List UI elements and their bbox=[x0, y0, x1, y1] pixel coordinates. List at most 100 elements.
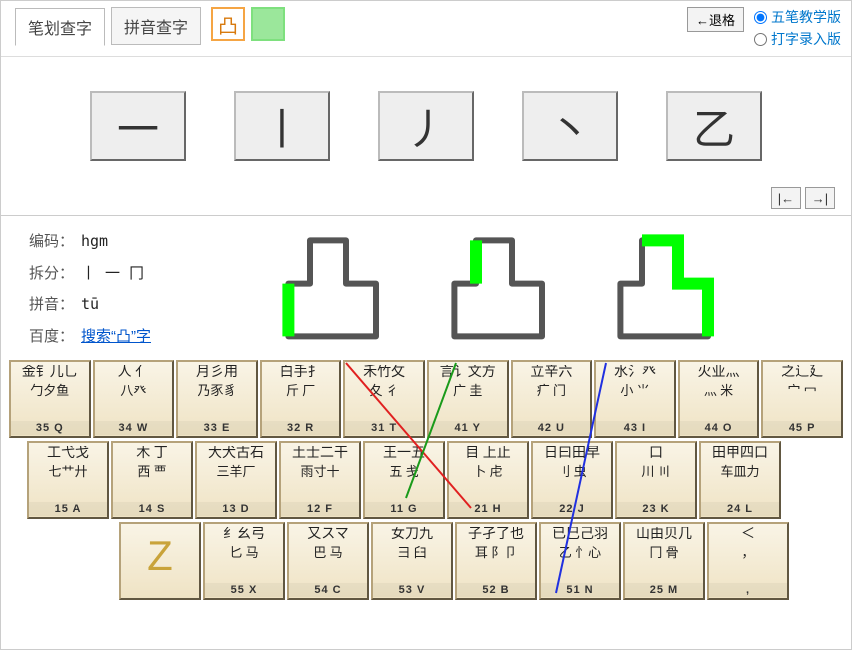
key-radicals: 土士二干雨寸十 bbox=[284, 446, 356, 505]
key-41Y[interactable]: 言讠文方广 圭41 Y bbox=[427, 360, 509, 438]
mode-teaching-label: 五笔教学版 bbox=[771, 7, 841, 27]
key-42U[interactable]: 立辛六疒 门42 U bbox=[511, 360, 593, 438]
key-33E[interactable]: 月彡用乃豕豸33 E bbox=[176, 360, 258, 438]
key-radicals: 子孑了也耳 阝卩 bbox=[460, 527, 532, 586]
key-,[interactable]: ＜，, bbox=[707, 522, 789, 600]
info-baidu-row: 百度： 搜索“凸”字 bbox=[29, 321, 239, 353]
key-11G[interactable]: 王一五五 戋11 G bbox=[363, 441, 445, 519]
key-14S[interactable]: 木 丁西 覀14 S bbox=[111, 441, 193, 519]
key-radicals: 言讠文方广 圭 bbox=[432, 365, 504, 424]
key-radicals: 工弋戈七艹廾 bbox=[32, 446, 104, 505]
stroke-shu[interactable]: 丨 bbox=[234, 91, 330, 161]
key-radicals: 已巳己羽乙 忄心 bbox=[544, 527, 616, 586]
key-radicals: 人 亻八癶 bbox=[98, 365, 170, 424]
key-13D[interactable]: 大犬古石三羊厂13 D bbox=[195, 441, 277, 519]
key-label: 15 A bbox=[29, 502, 107, 516]
stroke-dian[interactable]: 丶 bbox=[522, 91, 618, 161]
backspace-button[interactable]: ←退格 bbox=[687, 7, 744, 32]
wubi-keyboard: 金钅儿乚勹夕鱼35 Q人 亻八癶34 W月彡用乃豕豸33 E白手扌斤 厂32 R… bbox=[1, 358, 851, 611]
split-label: 拆分： bbox=[29, 258, 77, 290]
stroke-pie[interactable]: 丿 bbox=[378, 91, 474, 161]
key-label: 35 Q bbox=[11, 421, 89, 435]
key-Z[interactable]: Z bbox=[119, 522, 201, 600]
key-radicals: 禾竹攵夂 彳 bbox=[348, 365, 420, 424]
nav-row: |← →| bbox=[1, 187, 851, 216]
key-22J[interactable]: 日曰田早刂 虫22 J bbox=[531, 441, 613, 519]
key-radicals: 田甲四口车皿力 bbox=[704, 446, 776, 505]
key-55X[interactable]: 纟幺弓匕 马55 X bbox=[203, 522, 285, 600]
key-54C[interactable]: 又スマ巴 马54 C bbox=[287, 522, 369, 600]
key-radicals: 之辶廴宀 冖 bbox=[766, 365, 838, 424]
nav-prev-button[interactable]: |← bbox=[771, 187, 801, 209]
key-53V[interactable]: 女刀九彐 臼53 V bbox=[371, 522, 453, 600]
code-value: hgm bbox=[81, 226, 108, 258]
key-label: 11 G bbox=[365, 502, 443, 516]
nav-next-button[interactable]: →| bbox=[805, 187, 835, 209]
key-43I[interactable]: 水氵癶小 ⺌43 I bbox=[594, 360, 676, 438]
key-radicals: 王一五五 戋 bbox=[368, 446, 440, 505]
key-label: 25 M bbox=[625, 583, 703, 597]
baidu-label: 百度： bbox=[29, 321, 77, 353]
key-45P[interactable]: 之辶廴宀 冖45 P bbox=[761, 360, 843, 438]
glyph-part-1 bbox=[269, 226, 399, 346]
key-radicals: 山由贝几冂 骨 bbox=[628, 527, 700, 586]
key-radicals: 木 丁西 覀 bbox=[116, 446, 188, 505]
stroke-heng[interactable]: 一 bbox=[90, 91, 186, 161]
baidu-search-link[interactable]: 搜索“凸”字 bbox=[81, 321, 151, 353]
key-34W[interactable]: 人 亻八癶34 W bbox=[93, 360, 175, 438]
key-35Q[interactable]: 金钅儿乚勹夕鱼35 Q bbox=[9, 360, 91, 438]
key-label: 34 W bbox=[95, 421, 173, 435]
key-label: 22 J bbox=[533, 502, 611, 516]
key-radicals: 金钅儿乚勹夕鱼 bbox=[14, 365, 86, 424]
split-value: 丨 一 冂 bbox=[81, 258, 144, 290]
key-15A[interactable]: 工弋戈七艹廾15 A bbox=[27, 441, 109, 519]
key-21H[interactable]: 目 上止卜 虍21 H bbox=[447, 441, 529, 519]
key-12F[interactable]: 土士二干雨寸十12 F bbox=[279, 441, 361, 519]
tab-strip: 笔划查字 拼音查字 bbox=[15, 7, 201, 45]
top-right-controls: ←退格 五笔教学版 打字录入版 bbox=[687, 7, 841, 49]
key-label: 52 B bbox=[457, 583, 535, 597]
info-split-row: 拆分： 丨 一 冂 bbox=[29, 258, 239, 290]
key-label: 41 Y bbox=[429, 421, 507, 435]
pinyin-label: 拼音： bbox=[29, 289, 77, 321]
key-51N[interactable]: 已巳己羽乙 忄心51 N bbox=[539, 522, 621, 600]
key-label: 43 I bbox=[596, 421, 674, 435]
info-area: 编码： hgm 拆分： 丨 一 冂 拼音： tū 百度： 搜索“凸”字 bbox=[1, 222, 851, 358]
highlight-stroke bbox=[642, 240, 708, 336]
key-24L[interactable]: 田甲四口车皿力24 L bbox=[699, 441, 781, 519]
key-radicals: 目 上止卜 虍 bbox=[452, 446, 524, 505]
key-radicals: 纟幺弓匕 马 bbox=[208, 527, 280, 586]
glyph-part-3 bbox=[601, 226, 731, 346]
empty-char-box[interactable] bbox=[251, 7, 285, 41]
mode-teaching-radio[interactable] bbox=[754, 11, 767, 24]
top-bar: 笔划查字 拼音查字 凸 ←退格 五笔教学版 打字录入版 bbox=[1, 1, 851, 57]
stroke-zhe[interactable]: 乙 bbox=[666, 91, 762, 161]
mode-typing[interactable]: 打字录入版 bbox=[754, 29, 841, 49]
keyboard-row-3: Z纟幺弓匕 马55 X又スマ巴 马54 C女刀九彐 臼53 V子孑了也耳 阝卩5… bbox=[9, 522, 843, 600]
pinyin-value: tū bbox=[81, 289, 99, 321]
key-31T[interactable]: 禾竹攵夂 彳31 T bbox=[343, 360, 425, 438]
key-52B[interactable]: 子孑了也耳 阝卩52 B bbox=[455, 522, 537, 600]
current-char-box[interactable]: 凸 bbox=[211, 7, 245, 41]
key-23K[interactable]: 口川 〣23 K bbox=[615, 441, 697, 519]
key-44O[interactable]: 火业灬灬 米44 O bbox=[678, 360, 760, 438]
mode-teaching[interactable]: 五笔教学版 bbox=[754, 7, 841, 27]
keyboard-row-2: 工弋戈七艹廾15 A木 丁西 覀14 S大犬古石三羊厂13 D土士二干雨寸十12… bbox=[9, 441, 843, 519]
key-label: 42 U bbox=[513, 421, 591, 435]
key-radicals: 水氵癶小 ⺌ bbox=[599, 365, 671, 424]
keyboard-row-1: 金钅儿乚勹夕鱼35 Q人 亻八癶34 W月彡用乃豕豸33 E白手扌斤 厂32 R… bbox=[9, 360, 843, 438]
key-radicals: 又スマ巴 马 bbox=[292, 527, 364, 586]
mode-typing-radio[interactable] bbox=[754, 33, 767, 46]
stroke-buttons-row: 一 丨 丿 丶 乙 bbox=[1, 57, 851, 187]
key-25M[interactable]: 山由贝几冂 骨25 M bbox=[623, 522, 705, 600]
key-radicals: 日曰田早刂 虫 bbox=[536, 446, 608, 505]
key-label: 44 O bbox=[680, 421, 758, 435]
code-label: 编码： bbox=[29, 226, 77, 258]
tab-stroke-lookup[interactable]: 笔划查字 bbox=[15, 8, 105, 46]
key-radicals: ＜， bbox=[712, 527, 784, 586]
key-32R[interactable]: 白手扌斤 厂32 R bbox=[260, 360, 342, 438]
key-label: 12 F bbox=[281, 502, 359, 516]
tab-pinyin-lookup[interactable]: 拼音查字 bbox=[111, 7, 201, 45]
key-label: 45 P bbox=[763, 421, 841, 435]
key-label: 54 C bbox=[289, 583, 367, 597]
